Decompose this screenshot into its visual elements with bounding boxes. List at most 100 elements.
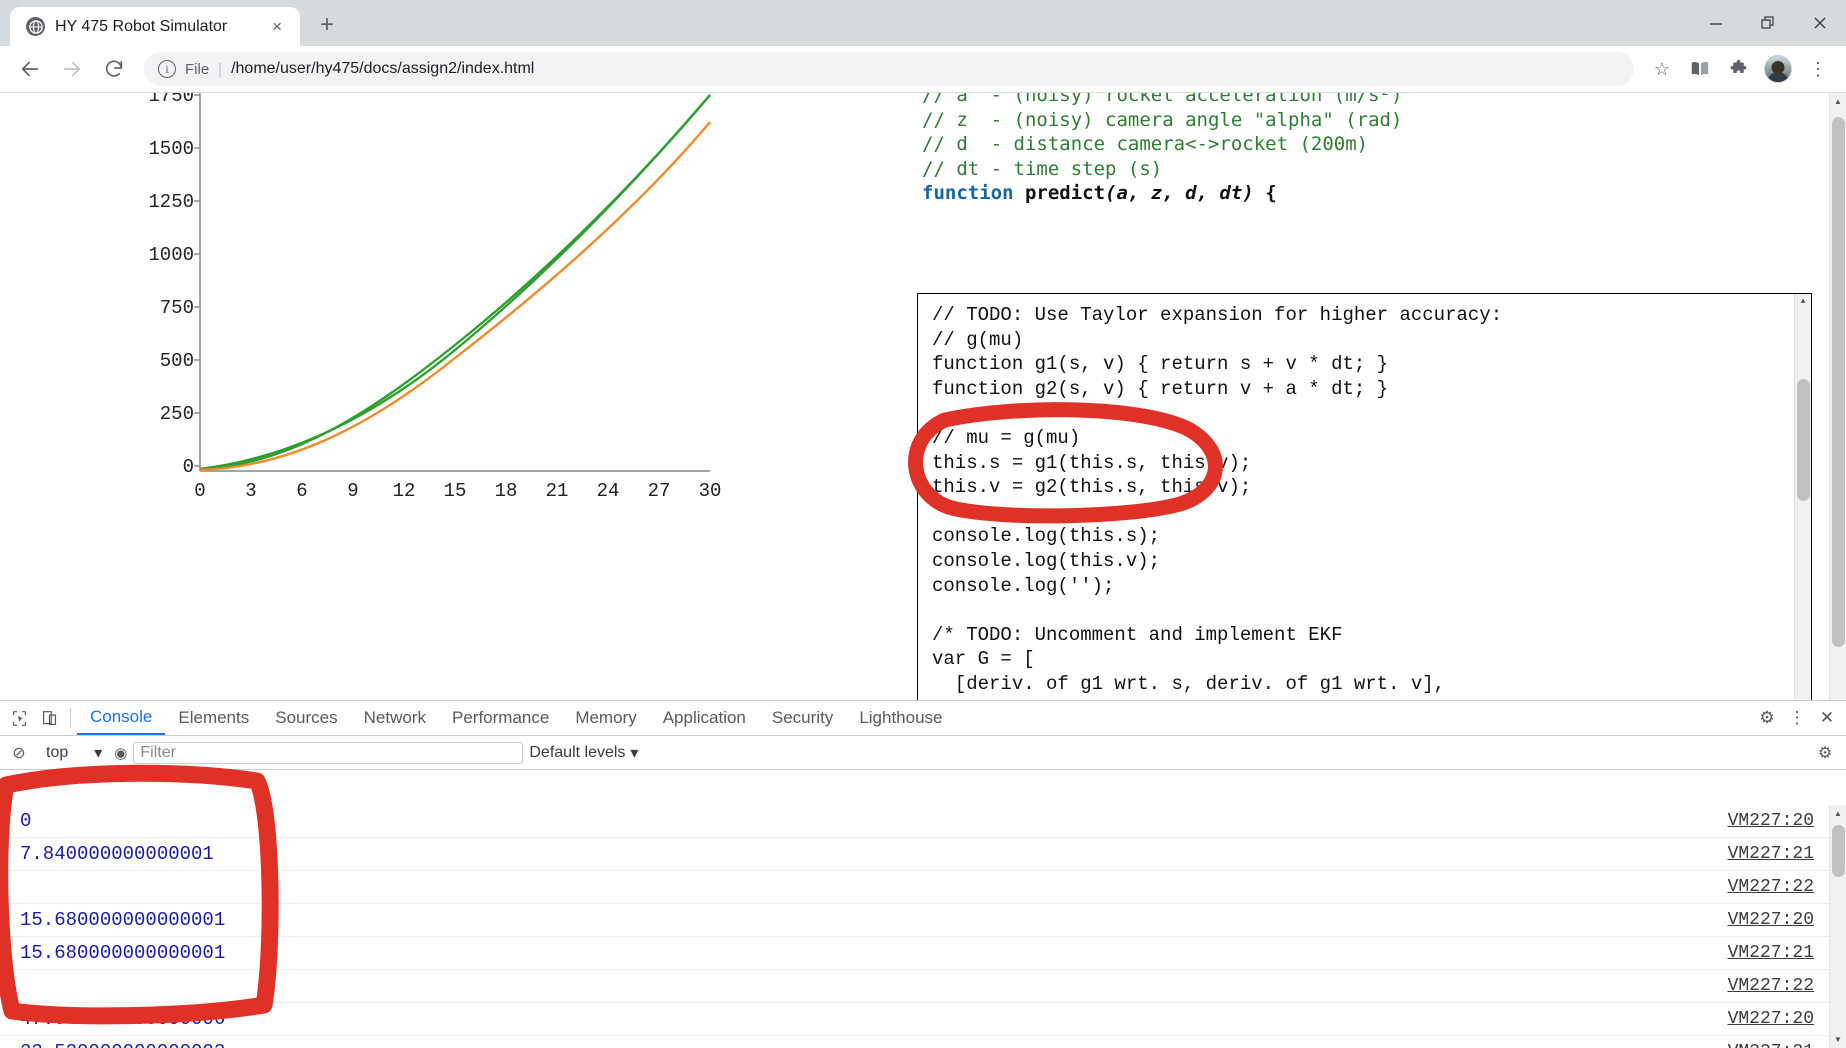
tab-application[interactable]: Application: [650, 701, 759, 735]
open-brace: {: [1265, 182, 1277, 205]
profile-avatar[interactable]: [1764, 55, 1792, 83]
globe-icon: [26, 17, 45, 36]
code-text-dt: // dt - time step (s): [922, 157, 1163, 180]
devtools-right-controls: ⚙ ⋮ ✕: [1752, 701, 1842, 735]
console-settings-gear-icon[interactable]: ⚙: [1810, 738, 1840, 768]
console-row[interactable]: VM227:22: [0, 871, 1846, 904]
svg-text:3: 3: [245, 480, 256, 502]
page-scroll-up-icon[interactable]: ▲: [1830, 93, 1846, 110]
tab-title: HY 475 Robot Simulator: [55, 17, 228, 35]
more-options-icon[interactable]: ⋮: [1782, 703, 1812, 733]
clear-console-icon[interactable]: ⊘: [4, 738, 34, 768]
console-row[interactable]: VM227:22: [0, 970, 1846, 1003]
code-panel: // a - (noisy) rocket acceleration (m/s²…: [915, 93, 1830, 710]
browser-tab[interactable]: HY 475 Robot Simulator ×: [10, 7, 300, 46]
tab-sources[interactable]: Sources: [262, 701, 350, 735]
window-controls: [1690, 0, 1846, 46]
scroll-up-icon[interactable]: ▲: [1795, 294, 1811, 311]
code-comment-line-d: // d - distance camera<->rocket (200m): [922, 132, 1402, 157]
console-value: 23.520000000000003: [20, 1041, 225, 1048]
reload-icon[interactable]: [94, 49, 134, 89]
code-text-a: // a - (noisy) rocket acceleration (m/s²…: [922, 93, 1403, 106]
code-editor-textarea[interactable]: // TODO: Use Taylor expansion for higher…: [918, 294, 1794, 710]
address-bar[interactable]: i File | /home/user/hy475/docs/assign2/i…: [144, 52, 1634, 86]
code-editor[interactable]: // TODO: Use Taylor expansion for higher…: [917, 293, 1812, 710]
console-row[interactable]: 15.680000000000001 VM227:21: [0, 937, 1846, 970]
console-value: 15.680000000000001: [20, 909, 226, 931]
close-icon[interactable]: [1794, 0, 1846, 46]
svg-text:9: 9: [347, 480, 358, 502]
console-row[interactable]: 15.680000000000001 VM227:20: [0, 904, 1846, 937]
svg-text:1250: 1250: [150, 191, 194, 213]
execution-context-select[interactable]: top ▾: [40, 743, 108, 763]
console-row[interactable]: 47.040000000000006 VM227:20: [0, 1003, 1846, 1036]
scrollbar-thumb[interactable]: [1797, 379, 1810, 501]
tab-security[interactable]: Security: [759, 701, 846, 735]
console-value: 7.840000000000001: [20, 843, 214, 865]
log-levels-select[interactable]: Default levels ▾: [529, 743, 638, 763]
console-source-link[interactable]: VM227:20: [1728, 1009, 1814, 1029]
console-source-link[interactable]: VM227:22: [1728, 877, 1814, 897]
console-row[interactable]: 23.520000000000003 VM227:21: [0, 1036, 1846, 1048]
tab-network[interactable]: Network: [351, 701, 439, 735]
svg-text:0: 0: [194, 480, 205, 502]
reading-list-icon[interactable]: [1682, 51, 1718, 87]
console-filter-bar: ⊘ top ▾ ◉ Filter Default levels ▾ ⚙: [0, 736, 1846, 770]
console-scrollbar[interactable]: ▲ ▼: [1829, 805, 1846, 1048]
tab-memory[interactable]: Memory: [562, 701, 649, 735]
function-params: (a, z, d, dt): [1105, 182, 1254, 205]
gear-icon[interactable]: ⚙: [1752, 703, 1782, 733]
svg-text:21: 21: [546, 480, 569, 502]
svg-text:24: 24: [597, 480, 620, 502]
code-comment-line-dt: // dt - time step (s): [922, 157, 1402, 182]
svg-text:1000: 1000: [150, 244, 194, 266]
tab-console[interactable]: Console: [77, 701, 166, 735]
page-scrollbar-thumb[interactable]: [1832, 117, 1845, 647]
console-row[interactable]: 0 VM227:20: [0, 805, 1846, 838]
tab-lighthouse[interactable]: Lighthouse: [846, 701, 955, 735]
close-devtools-icon[interactable]: ✕: [1812, 703, 1842, 733]
console-scroll-down-icon[interactable]: ▼: [1830, 1031, 1846, 1048]
page-info-icon[interactable]: i: [158, 60, 176, 78]
chart-panel: 1750 1500 1250 1000 750 500 250 0 0 3 6 9 1…: [0, 93, 880, 710]
browser-titlebar: HY 475 Robot Simulator × +: [0, 0, 1846, 46]
code-editor-scrollbar[interactable]: ▲ ▼: [1794, 294, 1811, 710]
svg-text:750: 750: [160, 297, 194, 319]
console-value: 15.680000000000001: [20, 942, 226, 964]
device-toolbar-icon[interactable]: [34, 703, 64, 733]
page-scrollbar[interactable]: ▲: [1829, 93, 1846, 710]
code-function-signature: function predict(a, z, d, dt) {: [922, 181, 1402, 206]
console-source-link[interactable]: VM227:21: [1728, 1042, 1814, 1048]
console-filter-input[interactable]: Filter: [133, 741, 524, 764]
omnibox-separator: |: [218, 60, 223, 78]
minimize-icon[interactable]: [1690, 0, 1742, 46]
svg-text:30: 30: [699, 480, 722, 502]
browser-menu-icon[interactable]: ⋮: [1800, 51, 1836, 87]
console-scroll-up-icon[interactable]: ▲: [1830, 805, 1846, 822]
console-source-link[interactable]: VM227:21: [1728, 844, 1814, 864]
new-tab-button[interactable]: +: [308, 6, 346, 44]
svg-text:15: 15: [444, 480, 467, 502]
console-scrollbar-thumb[interactable]: [1832, 825, 1845, 877]
extensions-puzzle-icon[interactable]: [1720, 51, 1756, 87]
maximize-restore-icon[interactable]: [1742, 0, 1794, 46]
tab-elements[interactable]: Elements: [165, 701, 262, 735]
console-source-link[interactable]: VM227:20: [1728, 811, 1814, 831]
tab-performance[interactable]: Performance: [439, 701, 562, 735]
svg-text:18: 18: [495, 480, 518, 502]
console-source-link[interactable]: VM227:22: [1728, 976, 1814, 996]
tab-close-icon[interactable]: ×: [268, 17, 286, 37]
console-source-link[interactable]: VM227:20: [1728, 910, 1814, 930]
devtools-tabbar: Console Elements Sources Network Perform…: [0, 701, 1846, 736]
console-source-link[interactable]: VM227:21: [1728, 943, 1814, 963]
code-comment-line-z: // z - (noisy) camera angle "alpha" (rad…: [922, 108, 1402, 133]
console-output: 0 VM227:20 7.840000000000001 VM227:21 VM…: [0, 805, 1846, 1048]
inspect-element-icon[interactable]: [4, 703, 34, 733]
forward-icon[interactable]: [52, 49, 92, 89]
console-row[interactable]: 7.840000000000001 VM227:21: [0, 838, 1846, 871]
live-expression-eye-icon[interactable]: ◉: [114, 744, 127, 762]
bookmark-star-icon[interactable]: ☆: [1644, 51, 1680, 87]
back-icon[interactable]: [10, 49, 50, 89]
svg-text:1500: 1500: [150, 138, 194, 160]
page-viewport: 1750 1500 1250 1000 750 500 250 0 0 3 6 9 1…: [0, 93, 1846, 710]
